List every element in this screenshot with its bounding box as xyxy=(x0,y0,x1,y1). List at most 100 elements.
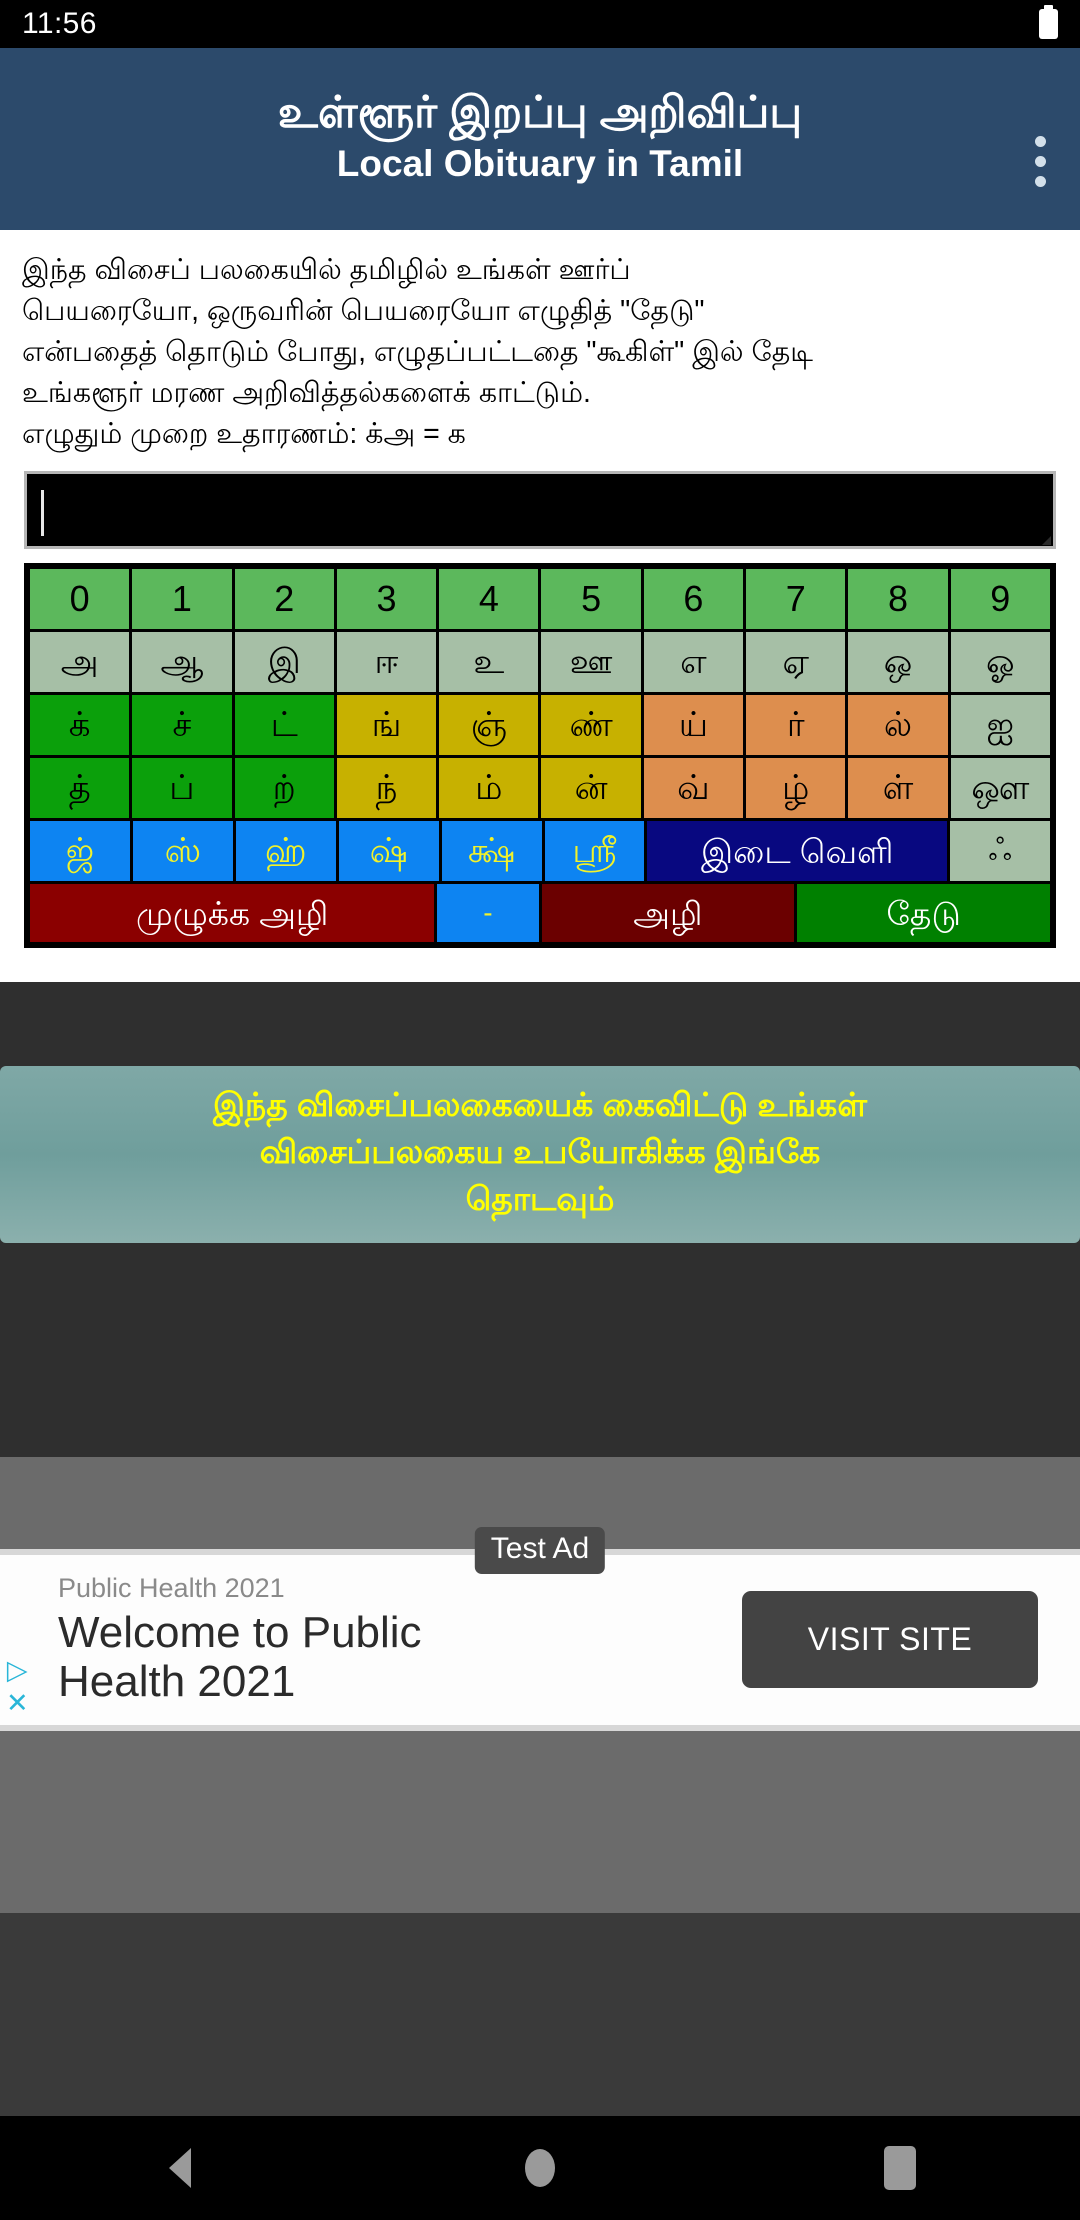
ad-headline-line: Welcome to Public xyxy=(58,1607,422,1657)
battery-full-icon xyxy=(1039,5,1058,39)
key-grantha-and-space-1[interactable]: ஸ் xyxy=(132,821,233,882)
key-numbers-2[interactable]: 2 xyxy=(234,569,334,630)
nav-home-button[interactable] xyxy=(485,2116,595,2220)
keyboard-row-actions: முழுக்க அழி - அழி தேடு xyxy=(30,884,1050,943)
key-consonants-1-0[interactable]: க் xyxy=(30,695,130,756)
key-grantha-and-space-0[interactable]: ஜ் xyxy=(30,821,130,882)
dark-body-area: இந்த விசைப்பலகையைக் கைவிட்டு உங்கள் விசை… xyxy=(0,982,1080,1457)
key-vowels-1[interactable]: ஆ xyxy=(132,632,232,693)
key-vowels-3[interactable]: ஈ xyxy=(336,632,437,693)
key-consonants-2-7[interactable]: ழ் xyxy=(746,758,846,819)
overflow-menu-icon[interactable] xyxy=(1029,130,1052,193)
key-numbers-4[interactable]: 4 xyxy=(439,569,539,630)
recents-icon xyxy=(884,2146,916,2190)
key-consonants-1-3[interactable]: ங் xyxy=(336,695,437,756)
instructions-line: உங்களூர் மரண அறிவித்தல்களைக் காட்டும். xyxy=(22,377,591,410)
key-grantha-and-space-5[interactable]: ஸ்ரீ xyxy=(544,821,645,882)
instructions-line: என்பதைத் தொடும் போது, எழுதப்பட்டதை "கூகி… xyxy=(22,336,813,369)
key-consonants-2-6[interactable]: வ் xyxy=(643,758,744,819)
home-icon xyxy=(525,2149,555,2187)
ad-bottom-divider xyxy=(0,1724,1080,1731)
ad-test-badge: Test Ad xyxy=(474,1526,606,1574)
key-actions-2[interactable]: அழி xyxy=(541,884,795,943)
key-numbers-7[interactable]: 7 xyxy=(746,569,846,630)
switch-keyboard-banner[interactable]: இந்த விசைப்பலகையைக் கைவிட்டு உங்கள் விசை… xyxy=(0,1066,1080,1243)
ad-text-block: Public Health 2021 Welcome to Public Hea… xyxy=(58,1573,742,1707)
android-nav-bar xyxy=(0,2116,1080,2220)
key-actions-0[interactable]: முழுக்க அழி xyxy=(30,884,435,943)
text-caret xyxy=(41,490,44,537)
key-numbers-0[interactable]: 0 xyxy=(30,569,130,630)
key-consonants-1-4[interactable]: ஞ் xyxy=(439,695,539,756)
key-grantha-and-space-3[interactable]: ஷ் xyxy=(338,821,439,882)
ad-banner[interactable]: Test Ad Public Health 2021 Welcome to Pu… xyxy=(0,1526,1080,1725)
key-vowels-2[interactable]: இ xyxy=(234,632,334,693)
key-numbers-3[interactable]: 3 xyxy=(336,569,437,630)
key-consonants-1-9[interactable]: ஐ xyxy=(950,695,1050,756)
ad-container: Test Ad Public Health 2021 Welcome to Pu… xyxy=(0,1526,1080,1731)
key-consonants-2-0[interactable]: த் xyxy=(30,758,130,819)
key-vowels-9[interactable]: ஓ xyxy=(950,632,1050,693)
dark-spacer xyxy=(0,1242,1080,1457)
status-bar-clock: 11:56 xyxy=(22,7,97,40)
nav-back-button[interactable] xyxy=(125,2116,235,2220)
switch-banner-line: இந்த விசைப்பலகையைக் கைவிட்டு உங்கள் xyxy=(212,1086,868,1124)
key-consonants-2-9[interactable]: ஔ xyxy=(950,758,1050,819)
key-vowels-0[interactable]: அ xyxy=(30,632,130,693)
overflow-dot xyxy=(1035,136,1046,147)
key-consonants-1-8[interactable]: ல் xyxy=(848,695,948,756)
adchoices-icon[interactable]: ▷ xyxy=(7,1656,28,1684)
key-consonants-2-1[interactable]: ப் xyxy=(132,758,232,819)
key-consonants-1-7[interactable]: ர் xyxy=(746,695,846,756)
resize-handle-icon[interactable] xyxy=(1042,536,1051,546)
overflow-dot xyxy=(1035,176,1046,187)
ad-advertiser-name: Public Health 2021 xyxy=(58,1572,285,1603)
key-vowels-5[interactable]: ஊ xyxy=(541,632,641,693)
key-grantha-and-space-7[interactable]: ஃ xyxy=(950,821,1051,882)
key-numbers-8[interactable]: 8 xyxy=(848,569,948,630)
close-icon[interactable]: ✕ xyxy=(6,1689,29,1717)
key-actions-3[interactable]: தேடு xyxy=(797,884,1050,943)
overflow-dot xyxy=(1035,156,1046,167)
back-icon xyxy=(169,2148,191,2188)
page-title-english: Local Obituary in Tamil xyxy=(336,143,744,185)
keyboard-row-consonants-2: த் ப் ற் ந் ம் ன் வ் ழ் ள் ஔ xyxy=(30,758,1050,819)
key-numbers-5[interactable]: 5 xyxy=(541,569,641,630)
key-consonants-2-5[interactable]: ன் xyxy=(541,758,641,819)
instructions-line: பெயரையோ, ஒருவரின் பெயரையோ எழுதித் "தேடு" xyxy=(22,295,705,328)
switch-banner-line: தொடவும் xyxy=(465,1179,615,1217)
key-consonants-1-1[interactable]: ச் xyxy=(132,695,232,756)
key-consonants-2-3[interactable]: ந் xyxy=(336,758,437,819)
key-grantha-and-space-6[interactable]: இடை வெளி xyxy=(647,821,948,882)
key-numbers-1[interactable]: 1 xyxy=(132,569,232,630)
key-consonants-2-2[interactable]: ற் xyxy=(234,758,334,819)
key-numbers-9[interactable]: 9 xyxy=(950,569,1050,630)
key-consonants-1-5[interactable]: ண் xyxy=(541,695,641,756)
nav-recents-button[interactable] xyxy=(845,2116,955,2220)
key-vowels-6[interactable]: எ xyxy=(643,632,744,693)
ad-headline-line: Health 2021 xyxy=(58,1657,296,1707)
key-vowels-4[interactable]: உ xyxy=(439,632,539,693)
key-consonants-2-8[interactable]: ள் xyxy=(848,758,948,819)
key-numbers-6[interactable]: 6 xyxy=(643,569,744,630)
status-bar-icons xyxy=(1039,5,1058,39)
search-input[interactable] xyxy=(24,471,1056,550)
key-grantha-and-space-2[interactable]: ஹ் xyxy=(235,821,336,882)
tamil-keyboard: 0 1 2 3 4 5 6 7 8 9 அ ஆ இ ஈ உ ஊ எ ஏ ஒ ஓ க் ச் ட் ங் ஞ் ண் ய் ர் ல் ஐ த… xyxy=(24,563,1056,949)
key-consonants-1-6[interactable]: ய் xyxy=(643,695,744,756)
ad-headline: Welcome to Public Health 2021 xyxy=(58,1608,742,1707)
app-bar: உள்ளூர் இறப்பு அறிவிப்பு Local Obituary … xyxy=(0,48,1080,230)
key-vowels-7[interactable]: ஏ xyxy=(746,632,846,693)
key-consonants-2-4[interactable]: ம் xyxy=(439,758,539,819)
key-grantha-and-space-4[interactable]: க்ஷ் xyxy=(441,821,542,882)
key-consonants-1-2[interactable]: ட் xyxy=(234,695,334,756)
page-title-tamil: உள்ளூர் இறப்பு அறிவிப்பு xyxy=(277,87,803,137)
visit-site-button[interactable]: VISIT SITE xyxy=(742,1591,1038,1689)
key-actions-1[interactable]: - xyxy=(437,884,539,943)
instructions-line: இந்த விசைப் பலகையில் தமிழில் உங்கள் ஊர்ப… xyxy=(22,254,631,286)
keyboard-row-consonants-1: க் ச் ட் ங் ஞ் ண் ய் ர் ல் ஐ xyxy=(30,695,1050,756)
instructions-line: எழுதும் முறை உதாரணம்: க்அ = க xyxy=(22,418,466,451)
switch-banner-line: விசைப்பலகைய உபயோகிக்க இங்கே xyxy=(259,1133,821,1171)
key-vowels-8[interactable]: ஒ xyxy=(848,632,948,693)
ad-control-icons: ▷ ✕ xyxy=(6,1656,29,1717)
